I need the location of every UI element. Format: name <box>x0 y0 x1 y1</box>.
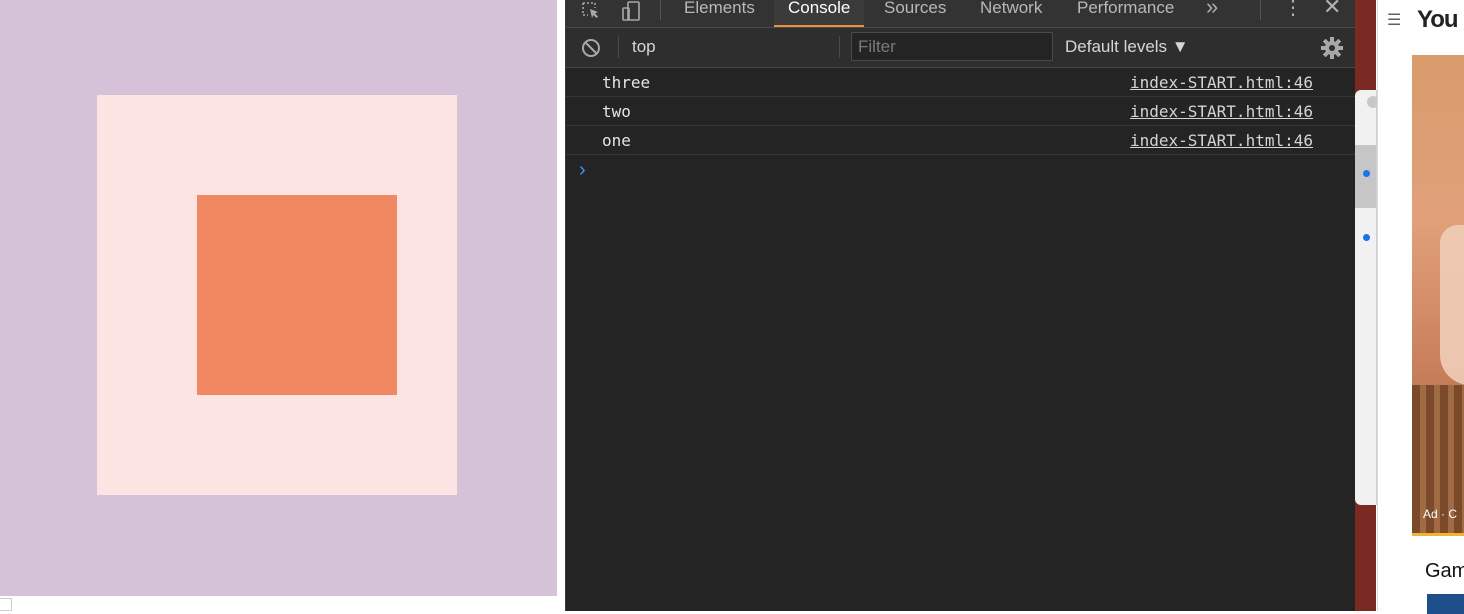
outer-box[interactable] <box>97 95 457 495</box>
demo-page <box>0 0 557 596</box>
toolbar-separator <box>618 36 619 58</box>
ad-label: Ad · C <box>1423 507 1458 521</box>
log-levels-dropdown[interactable]: Default levels ▼ <box>1065 35 1189 59</box>
device-toolbar-icon[interactable] <box>618 0 644 22</box>
close-icon[interactable]: ✕ <box>1323 0 1341 18</box>
tab-separator <box>1260 0 1261 20</box>
devtools-panel: Elements Console Sources Network Perform… <box>565 0 1356 611</box>
tab-performance[interactable]: Performance <box>1063 0 1188 27</box>
ad-figure <box>1440 225 1464 385</box>
menu-icon[interactable]: ☰ <box>1387 10 1401 30</box>
ad-image[interactable] <box>1412 55 1464 535</box>
console-messages: three index-START.html:46 two index-STAR… <box>566 68 1356 180</box>
message-text: three <box>602 73 651 92</box>
context-value: top <box>632 37 656 56</box>
tab-network[interactable]: Network <box>966 0 1056 27</box>
context-selector[interactable]: top ▼ <box>628 35 886 59</box>
inspect-element-icon[interactable] <box>578 0 604 22</box>
source-link[interactable]: index-START.html:46 <box>1130 131 1313 150</box>
window-divider <box>557 0 565 611</box>
tab-console[interactable]: Console <box>774 0 865 27</box>
resize-corner <box>0 598 12 611</box>
more-tabs-icon[interactable]: » <box>1206 0 1218 18</box>
video-thumbnail[interactable] <box>1427 594 1464 614</box>
console-message: three index-START.html:46 <box>566 68 1356 97</box>
console-message: two index-START.html:46 <box>566 97 1356 126</box>
tab-sources[interactable]: Sources <box>870 0 960 27</box>
toolbar-separator <box>839 36 840 58</box>
side-panel <box>1355 90 1379 505</box>
message-text: two <box>602 102 631 121</box>
ad-progress-bar <box>1412 533 1464 536</box>
tab-separator <box>660 0 661 20</box>
tab-elements[interactable]: Elements <box>670 0 769 27</box>
source-link[interactable]: index-START.html:46 <box>1130 73 1313 92</box>
inner-box[interactable] <box>197 195 397 395</box>
console-toolbar: top ▼ Default levels ▼ <box>566 28 1356 68</box>
gear-icon[interactable] <box>1320 36 1344 60</box>
unread-dot-icon <box>1363 234 1370 241</box>
console-message: one index-START.html:46 <box>566 126 1356 155</box>
background-window: ☰ You Ad · C Gam <box>1355 0 1464 614</box>
unread-dot-icon <box>1363 170 1370 177</box>
video-title[interactable]: Gam <box>1425 560 1464 583</box>
source-link[interactable]: index-START.html:46 <box>1130 102 1313 121</box>
site-title[interactable]: You <box>1417 6 1459 34</box>
filter-input[interactable] <box>851 32 1053 61</box>
devtools-tabbar: Elements Console Sources Network Perform… <box>566 0 1356 28</box>
message-text: one <box>602 131 631 150</box>
kebab-menu-icon[interactable]: ⋮ <box>1283 0 1303 18</box>
console-prompt[interactable]: › <box>579 160 586 180</box>
clear-console-icon[interactable] <box>581 38 601 58</box>
